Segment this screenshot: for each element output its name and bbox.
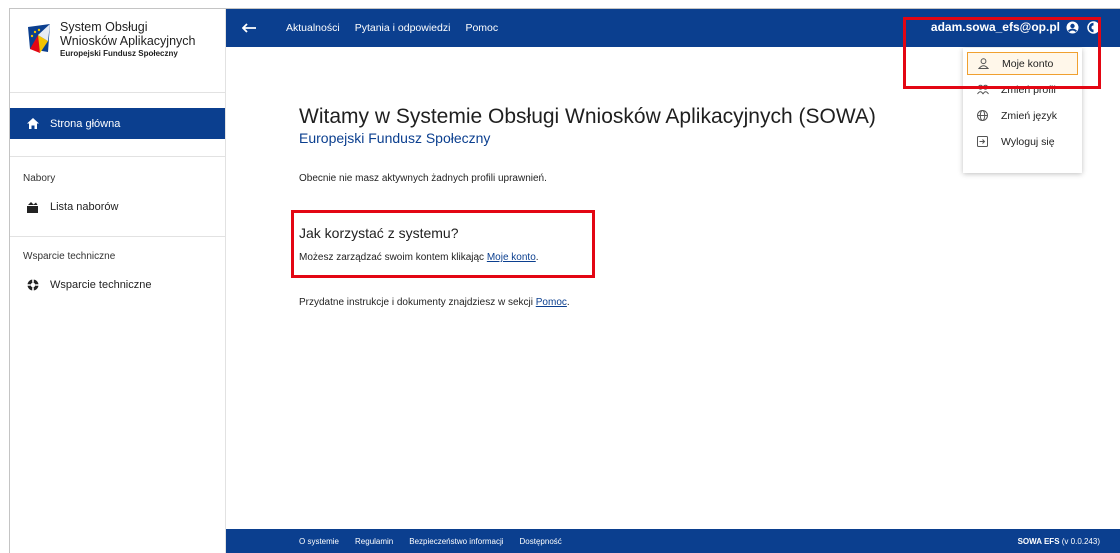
- no-profiles-message: Obecnie nie masz aktywnych żadnych profi…: [299, 173, 547, 184]
- version-info: SOWA EFS (v 0.0.243): [1018, 537, 1100, 546]
- menu-item-label: Zmień język: [1001, 109, 1058, 122]
- top-link-pomoc[interactable]: Pomoc: [465, 22, 498, 34]
- footer-link-regulamin[interactable]: Regulamin: [355, 537, 393, 546]
- top-link-pytania[interactable]: Pytania i odpowiedzi: [355, 22, 451, 34]
- footer: O systemie Regulamin Bezpieczeństwo info…: [226, 529, 1120, 553]
- menu-item-label: Wyloguj się: [1001, 135, 1055, 148]
- divider: [10, 156, 225, 157]
- instr-text-before: Przydatne instrukcje i dokumenty znajdzi…: [299, 297, 536, 308]
- eu-funds-logo-icon: [28, 24, 50, 53]
- highlight-box-user-menu: [903, 17, 1101, 89]
- top-link-aktualnosci[interactable]: Aktualności: [286, 22, 340, 34]
- page-title: Witamy w Systemie Obsługi Wniosków Aplik…: [299, 105, 876, 128]
- logo-title-line1: System Obsługi: [60, 20, 148, 34]
- footer-link-o-systemie[interactable]: O systemie: [299, 537, 339, 546]
- sidebar-item-home[interactable]: Strona główna: [10, 108, 225, 139]
- version-number: (v 0.0.243): [1059, 536, 1100, 546]
- back-arrow-icon[interactable]: [242, 23, 256, 33]
- logout-icon: [977, 136, 991, 147]
- home-icon: [27, 118, 41, 129]
- divider: [10, 236, 225, 237]
- sidebar: System Obsługi Wniosków Aplikacyjnych Eu…: [10, 9, 226, 553]
- footer-link-bezpieczenstwo[interactable]: Bezpieczeństwo informacji: [409, 537, 503, 546]
- pomoc-link[interactable]: Pomoc: [536, 297, 567, 308]
- section-label-wsparcie: Wsparcie techniczne: [23, 251, 116, 262]
- version-name: SOWA EFS: [1017, 536, 1060, 546]
- section-label-nabory: Nabory: [23, 173, 56, 184]
- menu-item-wyloguj[interactable]: Wyloguj się: [967, 130, 1078, 153]
- instructions-text: Przydatne instrukcje i dokumenty znajdzi…: [299, 297, 570, 308]
- sidebar-item-wsparcie[interactable]: Wsparcie techniczne: [10, 274, 225, 296]
- lifebuoy-icon: [27, 279, 41, 291]
- logo-subtitle: Europejski Fundusz Społeczny: [60, 49, 178, 58]
- box-icon: [27, 201, 41, 213]
- logo-title-line2: Wniosków Aplikacyjnych: [60, 33, 196, 48]
- app-window: System Obsługi Wniosków Aplikacyjnych Eu…: [9, 8, 1120, 553]
- highlight-box-help: [291, 210, 595, 278]
- sidebar-item-label: Wsparcie techniczne: [50, 279, 152, 291]
- sidebar-item-lista-naborow[interactable]: Lista naborów: [10, 196, 225, 218]
- sidebar-item-label: Strona główna: [50, 117, 121, 130]
- menu-item-zmien-jezyk[interactable]: Zmień język: [967, 104, 1078, 127]
- page-subtitle: Europejski Fundusz Społeczny: [299, 130, 491, 146]
- logo[interactable]: System Obsługi Wniosków Aplikacyjnych Eu…: [10, 9, 225, 93]
- footer-link-dostepnosc[interactable]: Dostępność: [520, 537, 562, 546]
- globe-icon: [977, 110, 991, 121]
- instr-text-after: .: [566, 297, 570, 308]
- sidebar-item-label: Lista naborów: [50, 201, 119, 213]
